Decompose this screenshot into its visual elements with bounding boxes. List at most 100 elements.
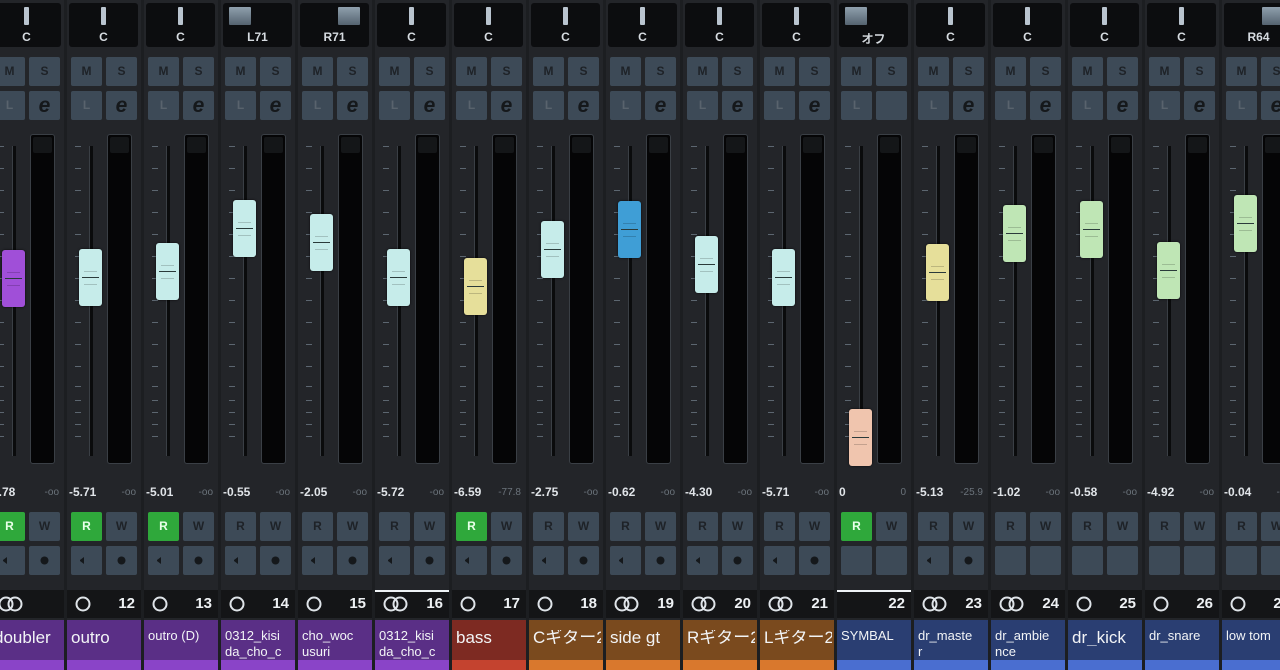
link-indicator[interactable]: [691, 596, 716, 612]
solo-button[interactable]: S: [414, 57, 445, 86]
listen-button[interactable]: L: [1226, 91, 1257, 120]
volume-fader[interactable]: [156, 243, 179, 300]
volume-value[interactable]: -6.59: [454, 485, 481, 499]
read-button[interactable]: R: [71, 512, 102, 541]
read-button[interactable]: R: [225, 512, 256, 541]
mute-button[interactable]: M: [0, 57, 25, 86]
mute-button[interactable]: M: [225, 57, 256, 86]
pan-control[interactable]: C: [69, 3, 138, 47]
pan-control[interactable]: R71: [300, 3, 369, 47]
pan-control[interactable]: C: [685, 3, 754, 47]
peak-value[interactable]: -oo: [1046, 487, 1060, 498]
read-button[interactable]: R: [302, 512, 333, 541]
write-button[interactable]: W: [799, 512, 830, 541]
link-indicator[interactable]: [614, 596, 639, 612]
monitor-button[interactable]: [1226, 546, 1257, 575]
listen-button[interactable]: L: [379, 91, 410, 120]
write-button[interactable]: W: [260, 512, 291, 541]
edit-icon[interactable]: e: [491, 91, 522, 120]
peak-value[interactable]: -oo: [584, 487, 598, 498]
solo-button[interactable]: S: [953, 57, 984, 86]
record-enable-button[interactable]: [876, 546, 907, 575]
write-button[interactable]: W: [414, 512, 445, 541]
read-button[interactable]: R: [764, 512, 795, 541]
volume-value[interactable]: -0.58: [1070, 485, 1097, 499]
volume-value[interactable]: -0.55: [223, 485, 250, 499]
channel-name-label[interactable]: dr_kick: [1068, 620, 1142, 670]
edit-icon[interactable]: e: [1107, 91, 1138, 120]
listen-button[interactable]: L: [764, 91, 795, 120]
solo-button[interactable]: S: [1184, 57, 1215, 86]
volume-value[interactable]: -5.01: [146, 485, 173, 499]
volume-value[interactable]: -5.72: [377, 485, 404, 499]
mute-button[interactable]: M: [533, 57, 564, 86]
volume-value[interactable]: -0.62: [608, 485, 635, 499]
channel-name-label[interactable]: side gt: [606, 620, 680, 670]
pan-control[interactable]: C: [146, 3, 215, 47]
link-indicator[interactable]: [1230, 596, 1246, 612]
link-indicator[interactable]: [0, 596, 23, 612]
mute-button[interactable]: M: [610, 57, 641, 86]
listen-button[interactable]: L: [456, 91, 487, 120]
listen-button[interactable]: L: [302, 91, 333, 120]
read-button[interactable]: R: [1072, 512, 1103, 541]
channel-name-label[interactable]: 0312_kisi da_cho_c: [375, 620, 449, 670]
peak-value[interactable]: -oo: [1200, 487, 1214, 498]
write-button[interactable]: W: [645, 512, 676, 541]
peak-value[interactable]: -77.8: [498, 487, 521, 498]
volume-value[interactable]: -5.71: [69, 485, 96, 499]
listen-button[interactable]: L: [610, 91, 641, 120]
solo-button[interactable]: S: [722, 57, 753, 86]
volume-fader[interactable]: [2, 250, 25, 307]
channel-name-label[interactable]: SYMBAL: [837, 620, 911, 670]
read-button[interactable]: R: [687, 512, 718, 541]
volume-value[interactable]: 5.78: [0, 485, 15, 499]
record-enable-button[interactable]: [337, 546, 368, 575]
channel-name-label[interactable]: dr_snare: [1145, 620, 1219, 670]
solo-button[interactable]: S: [106, 57, 137, 86]
volume-fader[interactable]: [1234, 195, 1257, 252]
volume-fader[interactable]: [926, 244, 949, 301]
monitor-button[interactable]: [1072, 546, 1103, 575]
volume-fader[interactable]: [387, 249, 410, 306]
monitor-button[interactable]: [995, 546, 1026, 575]
pan-control[interactable]: C: [0, 3, 61, 47]
volume-fader[interactable]: [233, 200, 256, 257]
monitor-button[interactable]: [225, 546, 256, 575]
solo-button[interactable]: S: [568, 57, 599, 86]
write-button[interactable]: W: [106, 512, 137, 541]
monitor-button[interactable]: [148, 546, 179, 575]
solo-button[interactable]: S: [1261, 57, 1280, 86]
volume-value[interactable]: -2.75: [531, 485, 558, 499]
mute-button[interactable]: M: [1149, 57, 1180, 86]
edit-icon[interactable]: e: [1030, 91, 1061, 120]
monitor-button[interactable]: [302, 546, 333, 575]
record-enable-button[interactable]: [106, 546, 137, 575]
listen-button[interactable]: L: [918, 91, 949, 120]
write-button[interactable]: W: [1184, 512, 1215, 541]
link-indicator[interactable]: [152, 596, 168, 612]
monitor-button[interactable]: [71, 546, 102, 575]
peak-value[interactable]: -oo: [661, 487, 675, 498]
listen-button[interactable]: L: [533, 91, 564, 120]
channel-name-label[interactable]: doubler: [0, 620, 64, 670]
link-indicator[interactable]: [537, 596, 553, 612]
peak-value[interactable]: -25.9: [960, 487, 983, 498]
edit-icon[interactable]: e: [1184, 91, 1215, 120]
listen-button[interactable]: L: [687, 91, 718, 120]
channel-name-label[interactable]: Cギター2: [529, 620, 603, 670]
monitor-button[interactable]: [841, 546, 872, 575]
mute-button[interactable]: M: [995, 57, 1026, 86]
peak-value[interactable]: 0: [900, 487, 906, 498]
link-indicator[interactable]: [229, 596, 245, 612]
volume-fader[interactable]: [79, 249, 102, 306]
pan-control[interactable]: C: [916, 3, 985, 47]
solo-button[interactable]: S: [1030, 57, 1061, 86]
solo-button[interactable]: S: [799, 57, 830, 86]
pan-control[interactable]: C: [454, 3, 523, 47]
read-button[interactable]: R: [841, 512, 872, 541]
read-button[interactable]: R: [1226, 512, 1257, 541]
mute-button[interactable]: M: [456, 57, 487, 86]
solo-button[interactable]: S: [1107, 57, 1138, 86]
record-enable-button[interactable]: [722, 546, 753, 575]
